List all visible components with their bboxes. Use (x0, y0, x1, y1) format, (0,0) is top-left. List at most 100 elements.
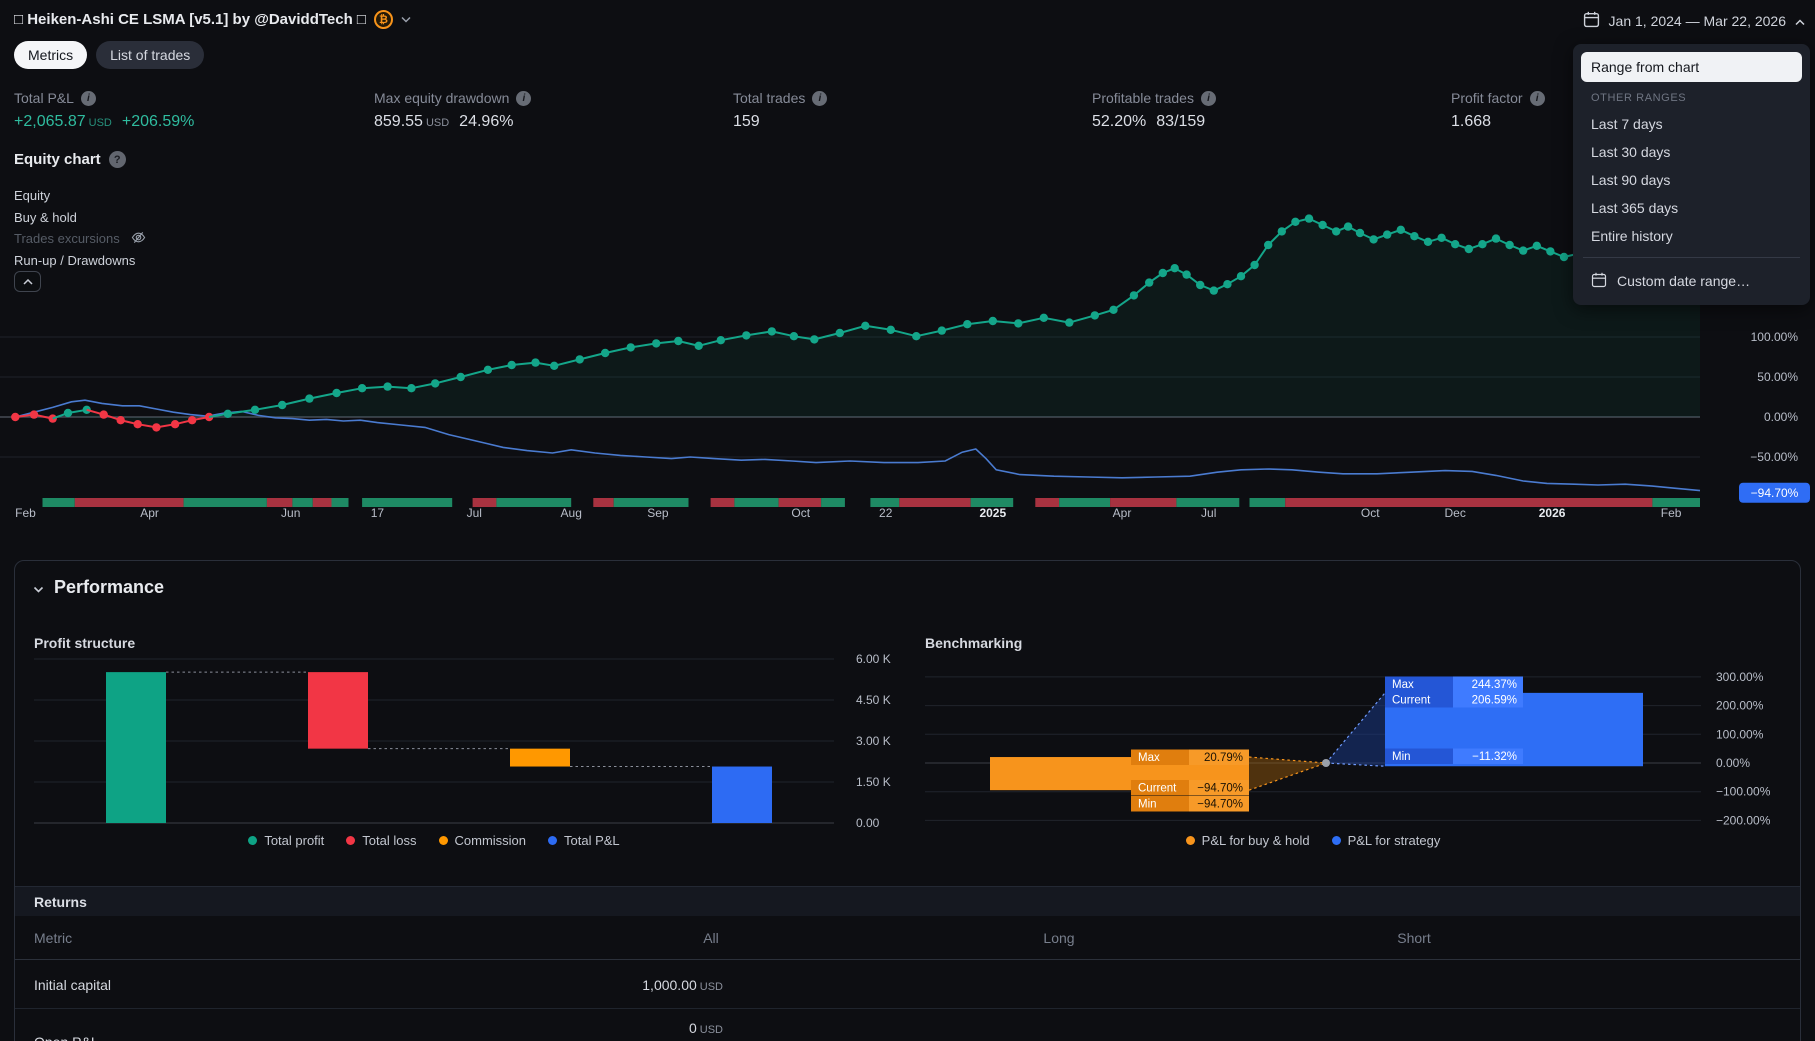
svg-text:−94.70%: −94.70% (1751, 486, 1799, 500)
equity-chart-title: Equity chart ? (14, 151, 126, 168)
legend-dot (346, 836, 356, 845)
dropdown-item-last-90-days[interactable]: Last 90 days (1581, 166, 1802, 194)
svg-text:Max: Max (1392, 679, 1414, 691)
legend-equity[interactable]: Equity (14, 185, 147, 207)
tab-metrics[interactable]: Metrics (14, 41, 88, 69)
performance-section-toggle[interactable]: Performance (33, 577, 164, 598)
date-range-dropdown: Range from chart OTHER RANGES Last 7 day… (1573, 44, 1810, 305)
legend-item[interactable]: P&L for strategy (1331, 833, 1440, 848)
svg-text:2026: 2026 (1539, 506, 1566, 520)
table-row-initial-capital: Initial capital 1,000.00 USD (15, 960, 1800, 1009)
svg-text:−50.00%: −50.00% (1750, 450, 1798, 464)
row-metric: Initial capital (34, 977, 112, 993)
dropdown-item-last-30-days[interactable]: Last 30 days (1581, 138, 1802, 166)
column-short: Short (1397, 930, 1431, 946)
stat-total-trades: Total trades i 159 (733, 90, 828, 131)
title-chevron-down-icon[interactable] (401, 16, 411, 23)
date-range-label: Jan 1, 2024 — Mar 22, 2026 (1608, 13, 1786, 29)
info-icon[interactable]: i (80, 90, 96, 106)
legend-item[interactable]: Total P&L (548, 833, 620, 848)
info-icon[interactable]: i (812, 90, 828, 106)
svg-text:−100.00%: −100.00% (1716, 785, 1771, 799)
returns-section-header: Returns (15, 886, 1800, 916)
svg-text:Jul: Jul (1201, 506, 1216, 520)
svg-text:Dec: Dec (1445, 506, 1466, 520)
stat-label: Total trades (733, 90, 806, 106)
svg-text:3.00 K: 3.00 K (856, 734, 891, 748)
stat-value: 1.668 (1451, 113, 1492, 130)
dropdown-item-last-7-days[interactable]: Last 7 days (1581, 110, 1802, 138)
column-long: Long (1043, 930, 1075, 946)
svg-text:Current: Current (1138, 783, 1177, 795)
svg-text:244.37%: 244.37% (1472, 679, 1517, 691)
dropdown-item-last-365-days[interactable]: Last 365 days (1581, 194, 1802, 222)
stat-profitable-trades: Profitable trades i 52.20% 83/159 (1092, 90, 1216, 131)
legend-trades-excursions[interactable]: Trades excursions (14, 228, 147, 250)
svg-text:Feb: Feb (15, 506, 36, 520)
dropdown-item-custom-date-range[interactable]: Custom date range… (1581, 265, 1802, 297)
svg-text:206.59%: 206.59% (1472, 695, 1517, 707)
svg-text:2025: 2025 (979, 506, 1006, 520)
coin-icon: ₿ (373, 10, 393, 29)
svg-text:−94.70%: −94.70% (1197, 783, 1243, 795)
benchmarking-title: Benchmarking (925, 635, 1023, 651)
collapse-chart-button[interactable] (14, 271, 41, 292)
calendar-icon (1583, 11, 1600, 31)
svg-text:Max: Max (1138, 752, 1160, 764)
legend-item[interactable]: Total loss (346, 833, 417, 848)
view-tabs: Metrics List of trades (14, 41, 205, 69)
svg-text:4.50 K: 4.50 K (856, 693, 891, 707)
help-icon[interactable]: ? (108, 151, 126, 168)
chevron-down-icon (33, 577, 44, 598)
svg-text:−94.70%: −94.70% (1197, 799, 1243, 811)
returns-table-header: Metric All Long Short (15, 916, 1800, 960)
svg-text:0.00%: 0.00% (1716, 756, 1750, 770)
row-value-all: 0 (688, 1020, 697, 1036)
info-icon[interactable]: i (516, 90, 532, 106)
stat-label: Max equity drawdown (374, 90, 510, 106)
dropdown-item-entire-history[interactable]: Entire history (1581, 222, 1802, 250)
column-all: All (703, 930, 719, 946)
stat-secondary: 83/159 (1156, 113, 1206, 130)
performance-panel: Performance Profit structure Benchmarkin… (14, 560, 1801, 1041)
stat-secondary: +206.59% (121, 113, 195, 130)
tab-list-of-trades[interactable]: List of trades (96, 41, 205, 69)
svg-text:6.00 K: 6.00 K (856, 652, 891, 666)
dropdown-divider (1583, 257, 1800, 258)
legend-dot (438, 836, 448, 845)
svg-text:Apr: Apr (1113, 506, 1132, 520)
svg-text:100.00%: 100.00% (1716, 727, 1764, 741)
equity-chart-title-text: Equity chart (14, 151, 101, 168)
legend-item[interactable]: Commission (438, 833, 526, 848)
info-icon[interactable]: i (1200, 90, 1216, 106)
stat-max-drawdown: Max equity drawdown i 859.55 USD 24.96% (374, 90, 532, 131)
benchmarking-legend: P&L for buy & hold P&L for strategy (925, 833, 1701, 848)
legend-buy-and-hold[interactable]: Buy & hold (14, 207, 147, 229)
svg-text:20.79%: 20.79% (1204, 752, 1243, 764)
svg-text:−11.32%: −11.32% (1472, 751, 1517, 763)
svg-text:Jun: Jun (281, 506, 300, 520)
info-icon[interactable]: i (1529, 90, 1545, 106)
equity-chart[interactable]: 100.00% 50.00% 0.00% −50.00% Feb Apr Jun 17 Jul A… (0, 180, 1815, 532)
svg-text:Current: Current (1392, 695, 1431, 707)
svg-text:1.50 K: 1.50 K (856, 775, 891, 789)
svg-text:0.00: 0.00 (856, 816, 880, 830)
profit-structure-title: Profit structure (34, 635, 136, 651)
legend-item[interactable]: P&L for buy & hold (1185, 833, 1310, 848)
legend-item[interactable]: Total profit (248, 833, 324, 848)
svg-text:Sep: Sep (647, 506, 669, 520)
svg-text:Min: Min (1392, 751, 1411, 763)
svg-text:Oct: Oct (791, 506, 810, 520)
stat-value: +2,065.87 (14, 113, 86, 130)
svg-text:17: 17 (371, 506, 385, 520)
svg-text:22: 22 (879, 506, 893, 520)
eye-off-icon[interactable] (130, 230, 147, 248)
svg-text:Jul: Jul (467, 506, 482, 520)
stat-secondary: 24.96% (459, 113, 514, 130)
table-row-open-pnl: Open P&L 0USD (15, 1009, 1800, 1041)
legend-runup-drawdowns[interactable]: Run-up / Drawdowns (14, 250, 147, 272)
dropdown-item-range-from-chart[interactable]: Range from chart (1581, 52, 1802, 82)
calendar-icon (1591, 272, 1607, 291)
stat-total-pnl: Total P&L i +2,065.87 USD +206.59% (14, 90, 194, 131)
date-range-selector[interactable]: Jan 1, 2024 — Mar 22, 2026 (1583, 11, 1805, 31)
